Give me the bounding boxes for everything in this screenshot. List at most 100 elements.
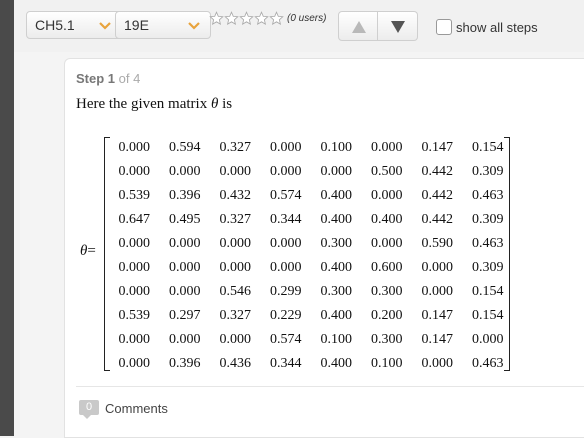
next-step-button[interactable] [378, 11, 418, 41]
matrix-cell: 0.436 [219, 356, 252, 371]
matrix-cell: 0.100 [320, 140, 353, 155]
matrix-row: 0.000 0.000 0.546 0.299 0.300 0.300 0.000 0.154 [109, 280, 513, 304]
matrix-cell: 0.000 [421, 356, 454, 371]
matrix-row: 0.000 0.000 0.000 0.000 0.300 0.000 0.590 0.463 [109, 232, 513, 256]
matrix-cell: 0.574 [270, 188, 302, 203]
matrix-cell: 0.400 [320, 308, 353, 323]
matrix-row: 0.000 0.000 0.000 0.000 0.400 0.600 0.000 0.309 [109, 256, 513, 280]
matrix-row: 0.539 0.396 0.432 0.574 0.400 0.000 0.442 0.463 [109, 184, 513, 208]
step-title: Step 1 [76, 71, 116, 86]
step-intro-text: Here the given matrix θ is [76, 96, 232, 113]
matrix-cell: 0.300 [371, 284, 403, 299]
matrix-cell: 0.442 [421, 188, 454, 203]
matrix-cell: 0.400 [320, 188, 353, 203]
star-icon[interactable] [239, 11, 254, 26]
matrix-cell: 0.000 [118, 332, 151, 347]
comment-count-badge: 0 [79, 400, 99, 419]
matrix-cell: 0.300 [371, 332, 403, 347]
matrix-cell: 0.600 [371, 260, 403, 275]
matrix-cell: 0.500 [371, 164, 403, 179]
matrix-cell: 0.000 [219, 236, 252, 251]
matrix-cell: 0.000 [421, 260, 454, 275]
matrix-cell: 0.000 [270, 236, 302, 251]
matrix-cell: 0.000 [169, 164, 201, 179]
matrix-cell: 0.000 [270, 164, 302, 179]
matrix-cell: 0.000 [118, 236, 151, 251]
matrix-cell: 0.147 [421, 140, 454, 155]
show-all-steps-label[interactable]: show all steps [456, 20, 538, 35]
show-all-steps-checkbox[interactable] [436, 19, 452, 35]
matrix-cell: 0.200 [371, 308, 403, 323]
matrix-cell: 0.400 [371, 212, 403, 227]
matrix-cell: 0.300 [320, 284, 353, 299]
star-icon[interactable] [224, 11, 239, 26]
matrix-cell: 0.147 [421, 308, 454, 323]
matrix-cell: 0.000 [169, 332, 201, 347]
matrix-cell: 0.647 [118, 212, 151, 227]
matrix-cell: 0.000 [118, 140, 151, 155]
matrix-cell: 0.147 [421, 332, 454, 347]
matrix-cell: 0.594 [169, 140, 201, 155]
intro-prefix: Here the given matrix [76, 96, 208, 112]
equation-equals: = [87, 243, 96, 259]
matrix-cell: 0.000 [371, 236, 403, 251]
matrix-cell: 0.100 [320, 332, 353, 347]
rating-users-count: (0 users) [287, 13, 327, 24]
matrix-cell: 0.000 [118, 356, 151, 371]
matrix-cell: 0.442 [421, 164, 454, 179]
star-icon[interactable] [209, 11, 224, 26]
matrix-right-bracket [504, 137, 510, 371]
triangle-down-icon [391, 21, 405, 33]
chevron-down-icon [188, 22, 200, 30]
matrix-cell: 0.000 [169, 260, 201, 275]
previous-step-button[interactable] [338, 11, 378, 41]
matrix-cell: 0.432 [219, 188, 252, 203]
matrix-table: 0.000 0.594 0.327 0.000 0.100 0.000 0.147 0.154… [109, 136, 513, 376]
matrix-cell: 0.400 [320, 212, 353, 227]
matrix-cell: 0.000 [169, 284, 201, 299]
divider [76, 386, 584, 387]
matrix-row: 0.000 0.000 0.000 0.574 0.100 0.300 0.147 0.000 [109, 328, 513, 352]
matrix-cell: 0.000 [118, 164, 151, 179]
matrix-cell: 0.000 [219, 164, 252, 179]
step-header: Step 1 of 4 [76, 71, 140, 86]
matrix-cell: 0.000 [371, 188, 403, 203]
triangle-up-icon [352, 21, 366, 33]
star-icon[interactable] [269, 11, 284, 26]
matrix-cell: 0.000 [371, 140, 403, 155]
matrix-equation-label: θ= [80, 243, 96, 260]
chapter-select[interactable]: CH5.1 [26, 11, 122, 39]
matrix-cell: 0.327 [219, 212, 252, 227]
matrix-cell: 0.400 [320, 356, 353, 371]
matrix-cell: 0.000 [320, 164, 353, 179]
star-icon[interactable] [254, 11, 269, 26]
step-count: of 4 [118, 71, 141, 86]
matrix-row: 0.000 0.594 0.327 0.000 0.100 0.000 0.147 0.154 [109, 136, 513, 160]
matrix-cell: 0.546 [219, 284, 252, 299]
matrix-cell: 0.000 [270, 260, 302, 275]
comments-label[interactable]: Comments [105, 401, 168, 416]
problem-select[interactable]: 19E [115, 11, 211, 39]
matrix-cell: 0.495 [169, 212, 201, 227]
rating-stars[interactable] [209, 11, 284, 27]
matrix-cell: 0.574 [270, 332, 302, 347]
matrix-cell: 0.000 [219, 260, 252, 275]
matrix-cell: 0.000 [118, 260, 151, 275]
matrix-cell: 0.100 [371, 356, 403, 371]
matrix-cell: 0.299 [270, 284, 302, 299]
matrix-cell: 0.327 [219, 140, 252, 155]
step-card: Step 1 of 4 Here the given matrix θ is θ… [64, 58, 584, 438]
matrix-cell: 0.300 [320, 236, 353, 251]
intro-theta-symbol: θ [210, 96, 219, 112]
matrix-cell: 0.396 [169, 188, 201, 203]
matrix-cell: 0.400 [320, 260, 353, 275]
matrix-cell: 0.344 [270, 356, 302, 371]
matrix-cell: 0.396 [169, 356, 201, 371]
matrix-cell: 0.442 [421, 212, 454, 227]
intro-suffix: is [222, 96, 233, 112]
left-sidebar-strip [0, 0, 14, 436]
matrix-cell: 0.344 [270, 212, 302, 227]
matrix-row: 0.539 0.297 0.327 0.229 0.400 0.200 0.147 0.154 [109, 304, 513, 328]
matrix-cell: 0.590 [421, 236, 454, 251]
matrix-cell: 0.000 [219, 332, 252, 347]
